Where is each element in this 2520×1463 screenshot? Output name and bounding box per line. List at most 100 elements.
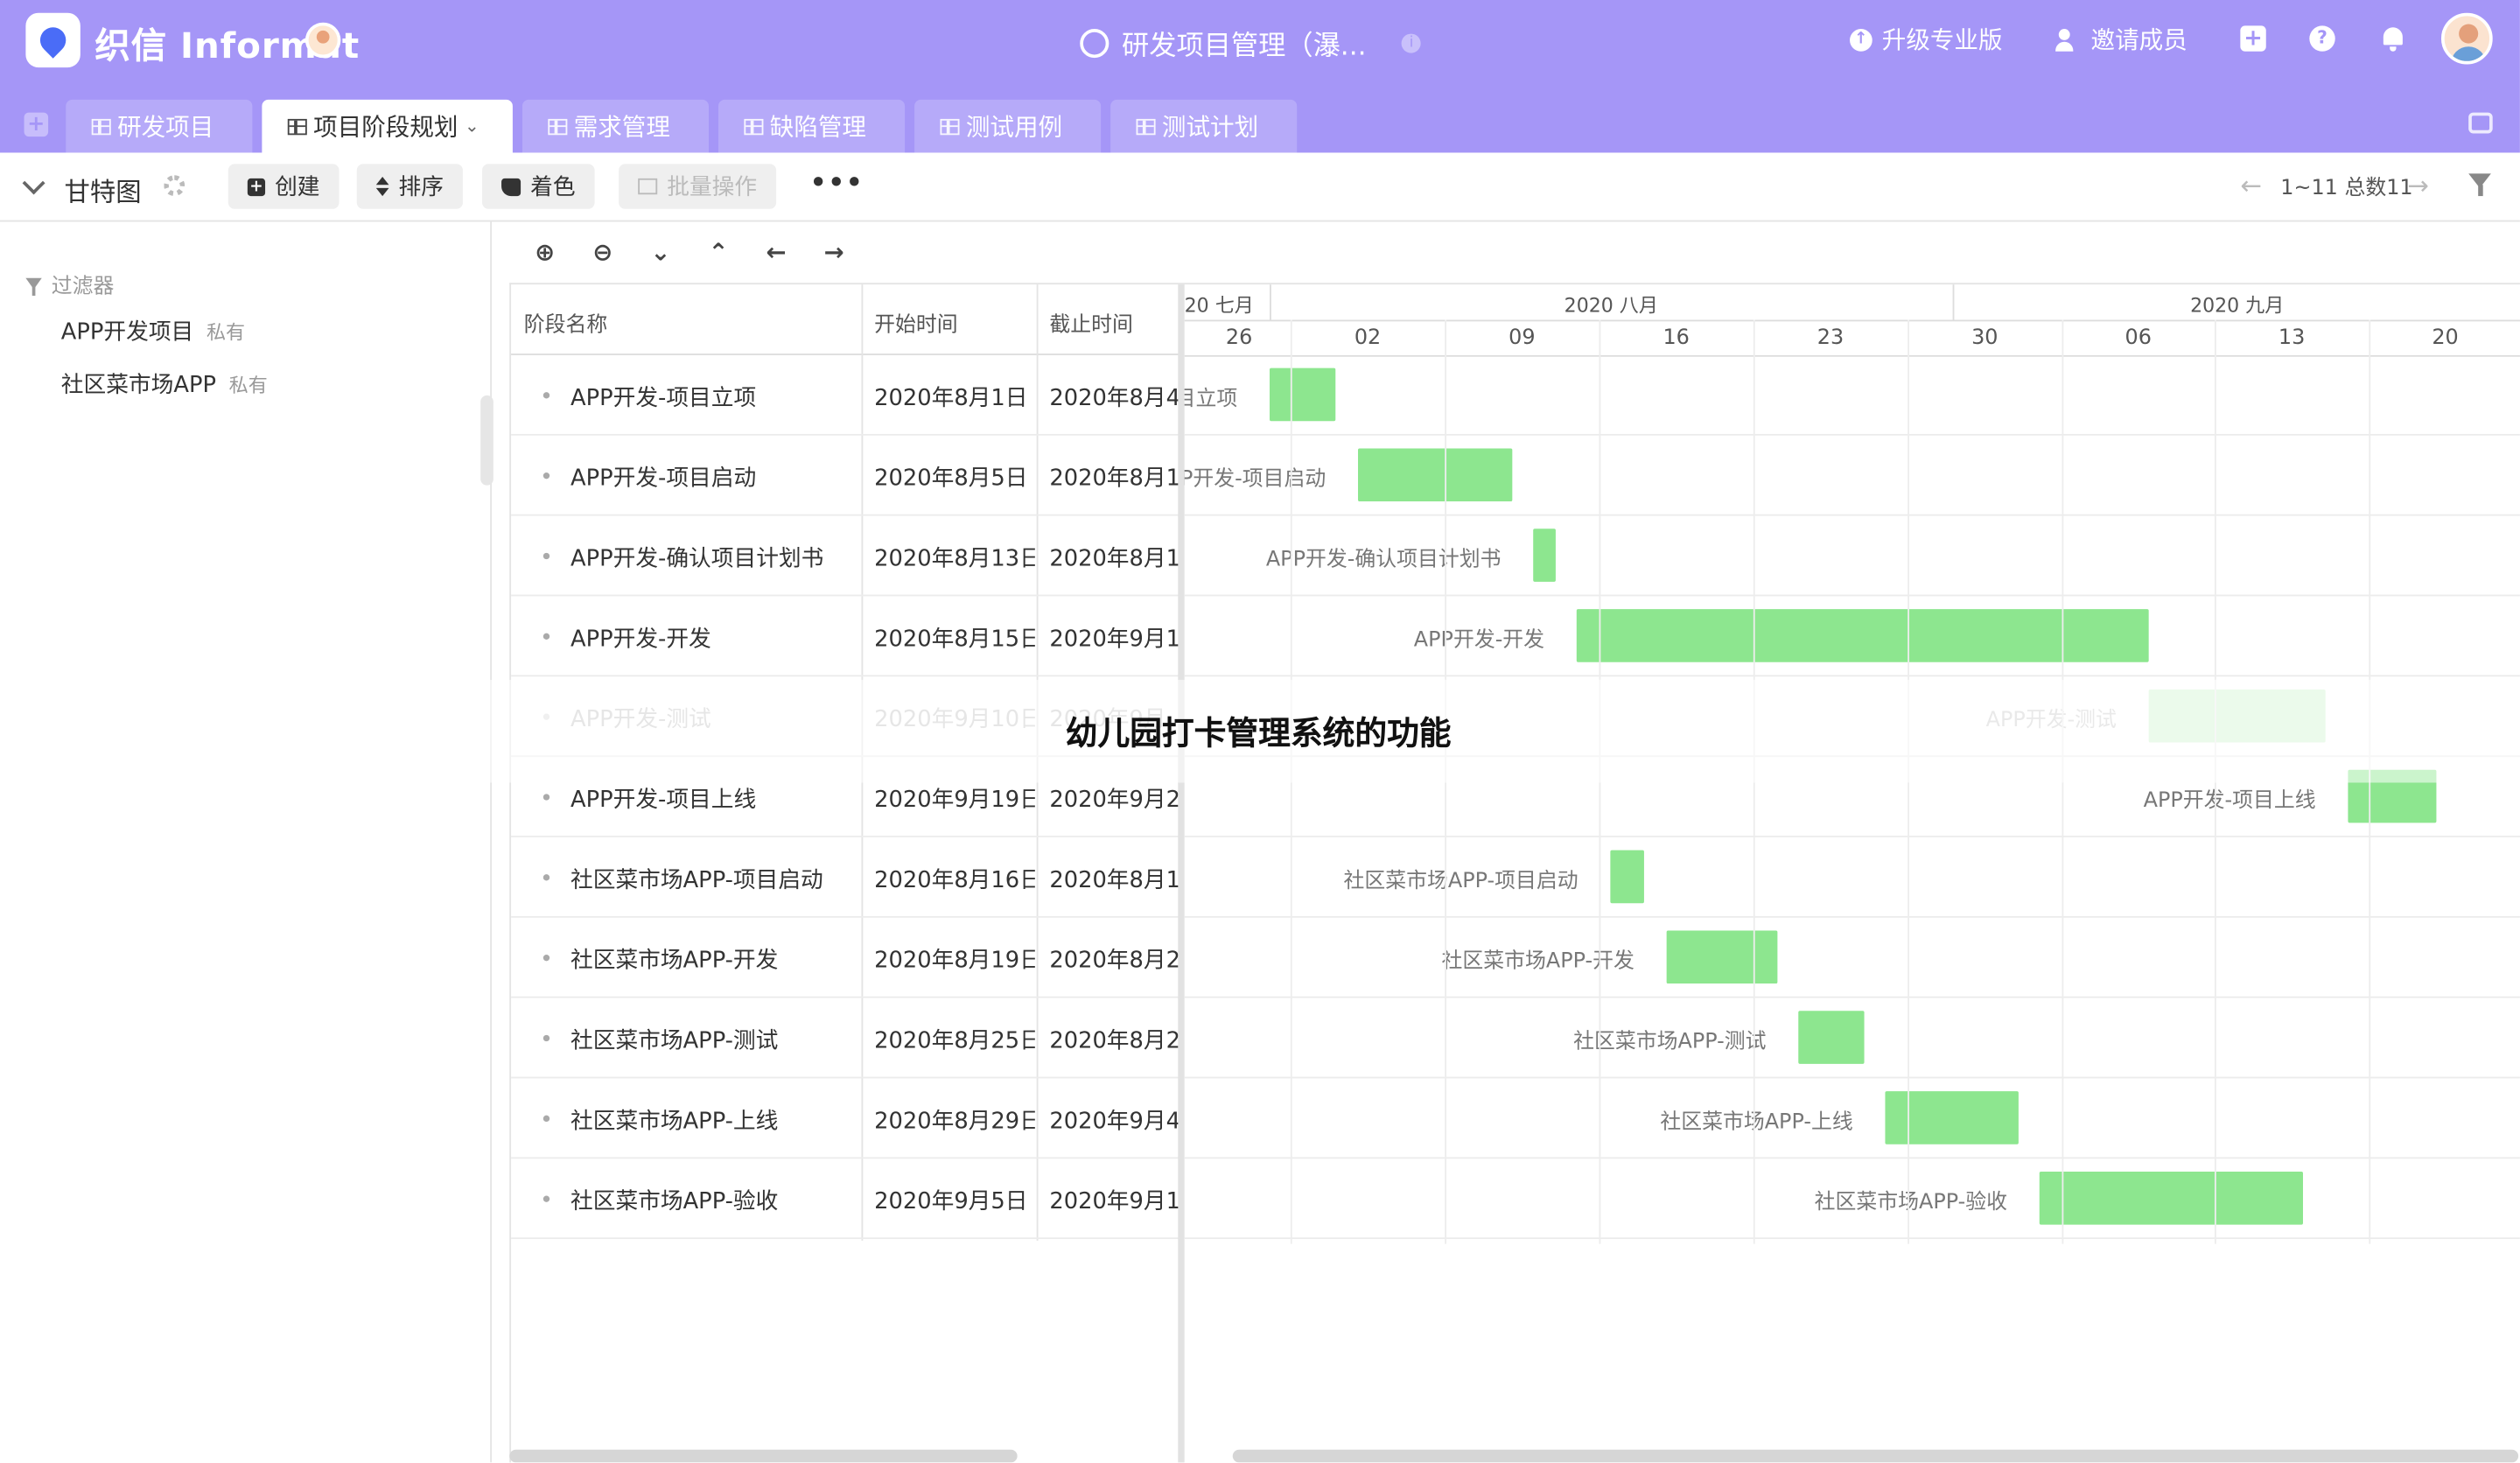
arrow-left-icon[interactable]: ← (2240, 171, 2262, 201)
table-row[interactable]: 社区菜市场APP-项目启动 2020年8月16日 2020年8月1 (511, 837, 1183, 918)
tab-test-plans[interactable]: 测试计划 (1110, 99, 1298, 153)
invite-button[interactable]: 邀请成员 (2055, 23, 2188, 57)
zoom-out-icon[interactable]: ⊖ (585, 234, 620, 270)
add-user-icon (2055, 28, 2081, 51)
view-toolbar: 甘特图 + 创建 排序 着色 批量操作 ••• ← 1~11 总数11 → (0, 152, 2520, 222)
help-icon[interactable]: ? (2309, 25, 2335, 52)
color-label: 着色 (530, 175, 576, 201)
gantt-bar-label: 社区菜市场APP-项目启动 (1343, 869, 1578, 894)
expand-all-icon[interactable]: ⌄ (643, 234, 678, 270)
gantt-bar[interactable] (1533, 528, 1556, 582)
list-icon (638, 178, 658, 195)
gantt-bar[interactable] (1885, 1091, 2019, 1144)
scroll-right-icon[interactable]: → (816, 234, 851, 270)
table-scrollbar[interactable] (509, 1449, 1018, 1463)
chart-scrollbar[interactable] (1232, 1449, 2519, 1463)
row-end: 2020年8月2 (1049, 948, 1180, 975)
create-button[interactable]: + 创建 (228, 164, 340, 209)
filter-header: 过滤器 (25, 269, 114, 299)
day-label: 30 (1971, 326, 1998, 351)
filter-item[interactable]: APP开发项目 私有 (61, 315, 245, 347)
create-label: 创建 (275, 175, 320, 201)
day-label: 02 (1354, 326, 1382, 351)
gantt-bar[interactable] (1610, 850, 1644, 904)
row-name: 社区菜市场APP-项目启动 (570, 867, 823, 894)
table-row[interactable]: APP开发-开发 2020年8月15日 2020年9月1 (511, 596, 1183, 677)
split-handle[interactable] (1178, 284, 1185, 1463)
row-bullet (542, 472, 550, 480)
row-name: 社区菜市场APP-验收 (570, 1189, 779, 1215)
gantt-bar[interactable] (2039, 1171, 2303, 1225)
filter-icon (25, 277, 42, 296)
tab-requirements[interactable]: 需求管理 (522, 99, 709, 153)
plus-icon: + (247, 177, 266, 196)
header-end[interactable]: 截止时间 (1036, 284, 1183, 355)
collapse-all-icon[interactable]: ⌃ (701, 234, 736, 270)
filter-title: 过滤器 (51, 275, 115, 299)
zoom-in-icon[interactable]: ⊕ (527, 234, 562, 270)
row-name: APP开发-项目立项 (570, 385, 757, 412)
sort-button[interactable]: 排序 (356, 164, 463, 209)
view-name[interactable]: 甘特图 (64, 171, 141, 209)
pager-text: 1~11 总数11 (2280, 177, 2413, 201)
row-start: 2020年9月5日 (874, 1189, 1028, 1215)
day-label: 20 (2432, 326, 2459, 351)
add-icon[interactable]: + (2240, 25, 2266, 52)
collaborator-avatar[interactable] (304, 22, 341, 59)
copy-icon[interactable] (2468, 112, 2493, 134)
tab-phase-planning[interactable]: 项目阶段规划 ⌄ (262, 99, 513, 153)
row-bullet (542, 552, 550, 560)
filter-item[interactable]: 社区菜市场APP 私有 (61, 368, 268, 401)
table-row[interactable]: 社区菜市场APP-测试 2020年8月25日 2020年8月2 (511, 998, 1183, 1079)
tab-defects[interactable]: 缺陷管理 (718, 99, 906, 153)
tab-label: 测试计划 (1161, 112, 1259, 142)
filter-icon[interactable] (2468, 173, 2491, 197)
row-start: 2020年9月19日 (874, 787, 1035, 814)
chevron-down-icon[interactable] (22, 172, 46, 195)
month-divider (1952, 284, 1955, 320)
table-row[interactable]: 社区菜市场APP-上线 2020年8月29日 2020年9月4 (511, 1078, 1183, 1159)
chevron-down-icon[interactable]: ⌄ (465, 116, 480, 136)
table-row[interactable]: 社区菜市场APP-验收 2020年9月5日 2020年9月1 (511, 1158, 1183, 1240)
tab-research-projects[interactable]: 研发项目 (66, 99, 253, 153)
more-button[interactable]: ••• (810, 167, 864, 198)
batch-button[interactable]: 批量操作 (619, 164, 777, 209)
tab-test-cases[interactable]: 测试用例 (914, 99, 1102, 153)
bell-icon[interactable] (2382, 25, 2404, 52)
row-bullet (542, 1195, 550, 1202)
header-name[interactable]: 阶段名称 (511, 284, 862, 355)
row-start: 2020年8月5日 (874, 466, 1028, 493)
arrow-right-icon[interactable]: → (2407, 171, 2429, 201)
tab-label: 项目阶段规划 (313, 112, 458, 142)
table-row[interactable]: 社区菜市场APP-开发 2020年8月19日 2020年8月2 (511, 918, 1183, 998)
table-row[interactable]: APP开发-确认项目计划书 2020年8月13日 2020年8月1 (511, 516, 1183, 597)
table-icon (744, 117, 764, 135)
paint-bucket-icon (501, 177, 522, 196)
add-tab-icon[interactable]: + (24, 112, 49, 137)
filter-tag: 私有 (206, 321, 246, 345)
upgrade-button[interactable]: ↑ 升级专业版 (1850, 23, 2003, 57)
gantt-bar[interactable] (1358, 448, 1513, 502)
doc-title-area[interactable]: 研发项目管理（瀑... i (1080, 23, 1422, 63)
logo-icon[interactable] (25, 12, 80, 68)
table-row[interactable]: APP开发-项目立项 2020年8月1日 2020年8月4 (511, 355, 1183, 436)
tab-label: 测试用例 (965, 112, 1063, 142)
gear-icon[interactable] (164, 175, 186, 197)
gantt-bar[interactable] (1798, 1011, 1865, 1064)
panel-collapse-handle[interactable] (480, 395, 494, 486)
gantt-bar[interactable] (1269, 368, 1336, 422)
header-start[interactable]: 开始时间 (861, 284, 1037, 355)
color-button[interactable]: 着色 (482, 164, 595, 209)
tab-label: 缺陷管理 (769, 112, 867, 142)
top-bar: 织信 Informat 研发项目管理（瀑... i ↑ 升级专业版 邀请成员 +… (0, 0, 2520, 153)
user-avatar[interactable] (2440, 12, 2493, 65)
tab-label: 需求管理 (573, 112, 670, 142)
info-icon[interactable]: i (1402, 32, 1422, 52)
row-bullet (542, 954, 550, 962)
gantt-bar[interactable] (1666, 930, 1778, 984)
month-label: 2020 八月 (1564, 294, 1658, 317)
scroll-left-icon[interactable]: ← (759, 234, 794, 270)
table-row[interactable]: APP开发-项目启动 2020年8月5日 2020年8月1 (511, 436, 1183, 516)
gantt-bar-label: 社区菜市场APP-测试 (1573, 1030, 1767, 1054)
row-bullet (542, 874, 550, 881)
